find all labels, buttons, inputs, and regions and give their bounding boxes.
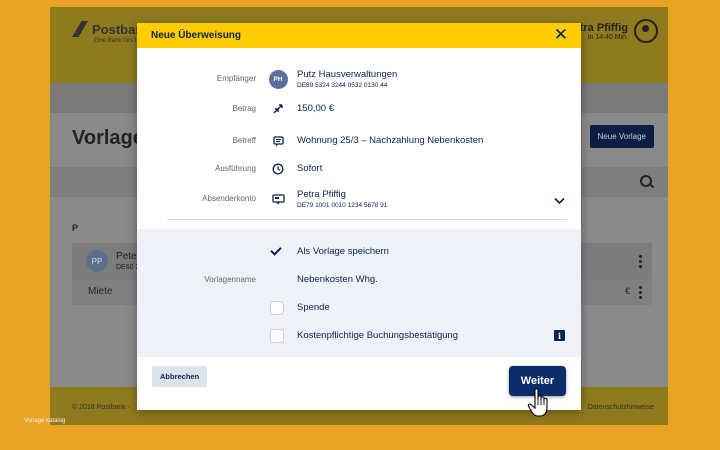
booking-confirm-checkbox[interactable] xyxy=(270,329,284,343)
dialog-title: Neue Überweisung xyxy=(151,30,242,41)
sender-name: Petra Pfiffig xyxy=(297,189,346,200)
transfer-arrows-icon xyxy=(270,101,286,117)
clock-icon xyxy=(270,161,286,177)
execution-value: Sofort xyxy=(297,163,323,174)
donation-checkbox[interactable] xyxy=(270,301,284,315)
list-item-name: Miete xyxy=(88,286,113,297)
template-name-label: Vorlagenname xyxy=(204,275,256,284)
caption: Vorlage katalog xyxy=(24,418,66,424)
new-template-button[interactable]: Neue Vorlage xyxy=(589,125,654,148)
template-name-input[interactable]: Nebenkosten Whg. xyxy=(297,274,378,285)
sender-label: Absenderkonto xyxy=(202,194,256,203)
account-card-icon xyxy=(270,191,286,207)
recipient-name: Putz Hausverwaltungen xyxy=(297,69,398,80)
more-options-icon[interactable] xyxy=(639,255,642,270)
amount-label: Betrag xyxy=(232,104,256,113)
user-avatar-icon[interactable] xyxy=(634,19,658,43)
message-icon xyxy=(270,133,286,149)
search-icon[interactable] xyxy=(640,175,652,187)
donation-label: Spende xyxy=(297,302,330,313)
template-options: Als Vorlage speichern Vorlagenname Neben… xyxy=(137,229,581,357)
info-icon[interactable]: i xyxy=(554,330,565,341)
postbank-logo-icon xyxy=(72,21,88,37)
recipient-avatar: PH xyxy=(268,69,288,89)
dialog-header: Neue Überweisung ✕ xyxy=(137,23,581,48)
divider xyxy=(167,219,567,220)
transfer-dialog: Neue Überweisung ✕ Empfänger PH Putz Hau… xyxy=(137,23,581,410)
copyright: © 2018 Postbank - xyxy=(72,404,131,411)
reference-value: Wohnung 25/3 – Nachzahlung Nebenkosten xyxy=(297,135,484,146)
sender-iban: DE79 1001 0010 1234 5678 91 xyxy=(297,202,388,209)
recipient-iban: DE89 5324 3244 0532 0130 44 xyxy=(297,82,388,89)
close-icon[interactable]: ✕ xyxy=(554,26,568,44)
booking-confirm-label: Kostenpflichtige Buchungsbestätigung xyxy=(297,330,459,341)
avatar: PP xyxy=(86,250,108,272)
hand-cursor-icon xyxy=(527,388,548,417)
more-options-icon[interactable] xyxy=(639,286,642,301)
page-title: Vorlage xyxy=(72,127,144,149)
execution-label: Ausführung xyxy=(215,164,256,173)
save-template-checkbox[interactable] xyxy=(270,245,282,257)
chevron-down-icon[interactable] xyxy=(554,192,565,210)
reference-label: Betreff xyxy=(232,136,256,145)
recipient-label: Empfänger xyxy=(216,74,256,83)
dialog-footer: Abbrechen Weiter xyxy=(137,357,581,410)
cancel-button[interactable]: Abbrechen xyxy=(152,366,208,387)
amount-value: 150,00 € xyxy=(297,103,334,114)
list-item-amount: € xyxy=(624,286,630,296)
group-header: P xyxy=(72,223,79,233)
list-item-iban: DE60 2 xyxy=(116,264,140,271)
privacy-link[interactable]: Datenschutzhinweise xyxy=(588,404,654,411)
save-template-label: Als Vorlage speichern xyxy=(297,246,389,257)
